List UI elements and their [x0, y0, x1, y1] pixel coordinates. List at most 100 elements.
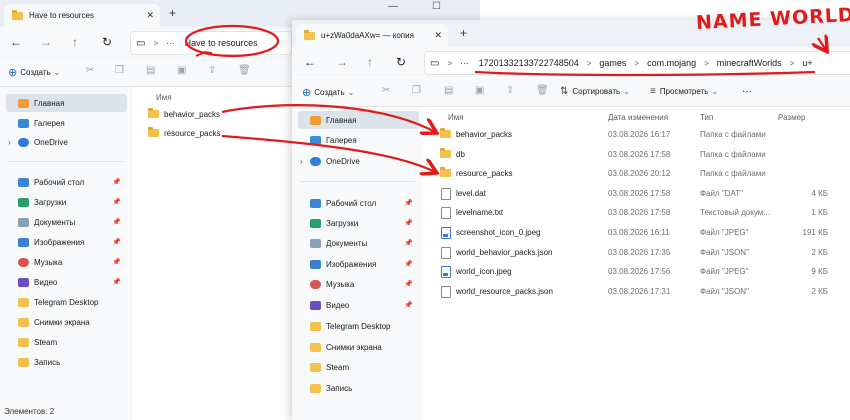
- new-tab-button[interactable]: +: [169, 6, 176, 20]
- back-button[interactable]: ←: [10, 35, 22, 49]
- table-row[interactable]: level.dat 03.08.2026 17:58 Файл "DAT" 4 КБ: [424, 184, 850, 204]
- sidebar-item-steam[interactable]: Steam: [298, 358, 419, 376]
- sidebar-item-records[interactable]: Запись: [6, 353, 127, 371]
- table-row[interactable]: resource_packs 03.08.2026 20:12 Папка с фа…: [424, 164, 850, 184]
- sidebar-item-screenshots[interactable]: Снимки экрана: [6, 313, 127, 331]
- pin-icon[interactable]: 📌: [404, 260, 413, 268]
- sidebar-item-telegram[interactable]: Telegram Desktop: [298, 317, 419, 335]
- sidebar-item-downloads[interactable]: Загрузки 📌: [298, 214, 419, 232]
- rename-icon[interactable]: ▣: [177, 65, 186, 76]
- tab-world-copy[interactable]: u+zWa0daAXw= — копия ✕: [296, 24, 448, 47]
- pin-icon[interactable]: 📌: [404, 301, 413, 309]
- pin-icon[interactable]: 📌: [112, 218, 121, 226]
- forward-button[interactable]: →: [336, 55, 348, 69]
- file-date: 03.08.2026 17:31: [608, 286, 671, 296]
- sidebar-item-onedrive[interactable]: › OneDrive: [6, 133, 127, 151]
- table-row[interactable]: db 03.08.2026 17:58 Папка с файлами: [424, 145, 850, 165]
- up-button[interactable]: ↑: [72, 35, 78, 49]
- create-button[interactable]: ⊕ Создать ⌄: [302, 86, 354, 99]
- paste-icon[interactable]: ▤: [146, 65, 155, 76]
- back-button[interactable]: ←: [304, 55, 316, 69]
- download-icon: [310, 218, 321, 228]
- sidebar-item-desktop[interactable]: Рабочий стол 📌: [6, 173, 127, 191]
- refresh-button[interactable]: ↻: [396, 55, 406, 69]
- sidebar-item-video[interactable]: Видео 📌: [6, 273, 127, 291]
- sidebar-item-screenshots[interactable]: Снимки экрана: [298, 338, 419, 356]
- new-tab-button[interactable]: +: [460, 26, 467, 40]
- cut-icon[interactable]: ✂: [86, 65, 94, 76]
- sidebar-item-images[interactable]: Изображения 📌: [298, 255, 419, 273]
- sidebar-item-main[interactable]: Главная: [6, 94, 127, 112]
- share-icon[interactable]: ⇪: [208, 65, 216, 76]
- sidebar-item-music[interactable]: Музыка 📌: [298, 275, 419, 293]
- sidebar-item-video[interactable]: Видео 📌: [298, 296, 419, 314]
- address-bar[interactable]: ▭ > ··· Have to resources: [130, 31, 292, 55]
- table-row[interactable]: world_icon.jpeg 03.08.2026 17:56 Файл "JPE…: [424, 262, 850, 282]
- column-header-name[interactable]: Имя: [448, 113, 464, 122]
- breadcrumb-minecraftworlds[interactable]: minecraftWorlds: [712, 58, 787, 68]
- refresh-button[interactable]: ↻: [102, 35, 112, 49]
- pin-icon[interactable]: 📌: [404, 219, 413, 227]
- breadcrumb-world-folder[interactable]: u+: [797, 58, 817, 68]
- pin-icon[interactable]: 📌: [404, 199, 413, 207]
- column-header-name[interactable]: Имя: [156, 93, 172, 102]
- create-button[interactable]: ⊕ Создать ⌄: [8, 66, 60, 79]
- copy-icon[interactable]: ❐: [115, 65, 124, 76]
- table-row[interactable]: screenshot_icon_0.jpeg 03.08.2026 16:11 Фа…: [424, 223, 850, 243]
- breadcrumb-more[interactable]: ···: [161, 38, 180, 48]
- expand-icon[interactable]: ›: [8, 138, 11, 147]
- pin-icon[interactable]: 📌: [112, 178, 121, 186]
- rename-icon[interactable]: ▣: [475, 85, 484, 96]
- close-tab-icon[interactable]: ✕: [434, 30, 442, 41]
- paste-icon[interactable]: ▤: [444, 85, 453, 96]
- sidebar-item-documents[interactable]: Документы 📌: [6, 213, 127, 231]
- column-header-size[interactable]: Размер: [778, 113, 806, 122]
- delete-icon[interactable]: 🗑: [536, 85, 549, 96]
- pin-icon[interactable]: 📌: [404, 239, 413, 247]
- pin-icon[interactable]: 📌: [112, 238, 121, 246]
- plus-icon: ⊕: [302, 87, 312, 99]
- breadcrumb-games[interactable]: games: [594, 58, 631, 68]
- maximize-icon[interactable]: ☐: [432, 1, 441, 12]
- breadcrumb-current[interactable]: Have to resources: [180, 38, 263, 48]
- more-options-button[interactable]: ···: [742, 86, 752, 97]
- forward-button[interactable]: →: [40, 35, 52, 49]
- table-row[interactable]: world_behavior_packs.json 03.08.2026 17:3…: [424, 243, 850, 263]
- up-button[interactable]: ↑: [367, 55, 373, 69]
- close-tab-icon[interactable]: ✕: [146, 10, 154, 21]
- pin-icon[interactable]: 📌: [112, 278, 121, 286]
- sidebar-item-records[interactable]: Запись: [298, 379, 419, 397]
- copy-icon[interactable]: ❐: [412, 85, 421, 96]
- pin-icon[interactable]: 📌: [112, 198, 121, 206]
- pin-icon[interactable]: 📌: [112, 258, 121, 266]
- table-row[interactable]: behavior_packs 03.08.2026 16:17 Папка с фа…: [424, 125, 850, 145]
- view-button[interactable]: ≡ Просмотреть ⌄: [650, 86, 718, 97]
- expand-icon[interactable]: ›: [300, 157, 303, 166]
- breadcrumb-user-id[interactable]: 17201332133722748504: [474, 58, 584, 68]
- sidebar-item-gallery[interactable]: Галерея: [6, 114, 127, 132]
- delete-icon[interactable]: 🗑: [238, 65, 251, 76]
- breadcrumb-more[interactable]: ···: [455, 58, 474, 68]
- sort-button[interactable]: ⇅ Сортировать ⌄: [560, 86, 630, 97]
- sidebar-item-images[interactable]: Изображения 📌: [6, 233, 127, 251]
- sidebar-item-desktop[interactable]: Рабочий стол 📌: [298, 194, 419, 212]
- sidebar-item-documents[interactable]: Документы 📌: [298, 234, 419, 252]
- table-row[interactable]: world_resource_packs.json 03.08.2026 17:3…: [424, 282, 850, 302]
- sidebar-item-music[interactable]: Музыка 📌: [6, 253, 127, 271]
- sidebar-item-telegram[interactable]: Telegram Desktop: [6, 293, 127, 311]
- sidebar-item-gallery[interactable]: Галерея: [298, 131, 419, 149]
- pin-icon[interactable]: 📌: [404, 280, 413, 288]
- tab-have-to-resources[interactable]: Have to resources ✕: [4, 4, 160, 27]
- column-header-date[interactable]: Дата изменения: [608, 113, 668, 122]
- sidebar-item-downloads[interactable]: Загрузки 📌: [6, 193, 127, 211]
- sidebar-item-steam[interactable]: Steam: [6, 333, 127, 351]
- breadcrumb-com-mojang[interactable]: com.mojang: [642, 58, 701, 68]
- address-bar[interactable]: ▭ > ··· 17201332133722748504 > games > c…: [424, 51, 850, 75]
- minimize-icon[interactable]: —: [388, 1, 398, 12]
- cut-icon[interactable]: ✂: [382, 85, 390, 96]
- share-icon[interactable]: ⇪: [506, 85, 514, 96]
- column-header-type[interactable]: Тип: [700, 113, 713, 122]
- table-row[interactable]: levelname.txt 03.08.2026 17:58 Текстовый д…: [424, 203, 850, 223]
- sidebar-item-main[interactable]: Главная: [298, 111, 419, 129]
- sidebar-item-onedrive[interactable]: › OneDrive: [298, 152, 419, 170]
